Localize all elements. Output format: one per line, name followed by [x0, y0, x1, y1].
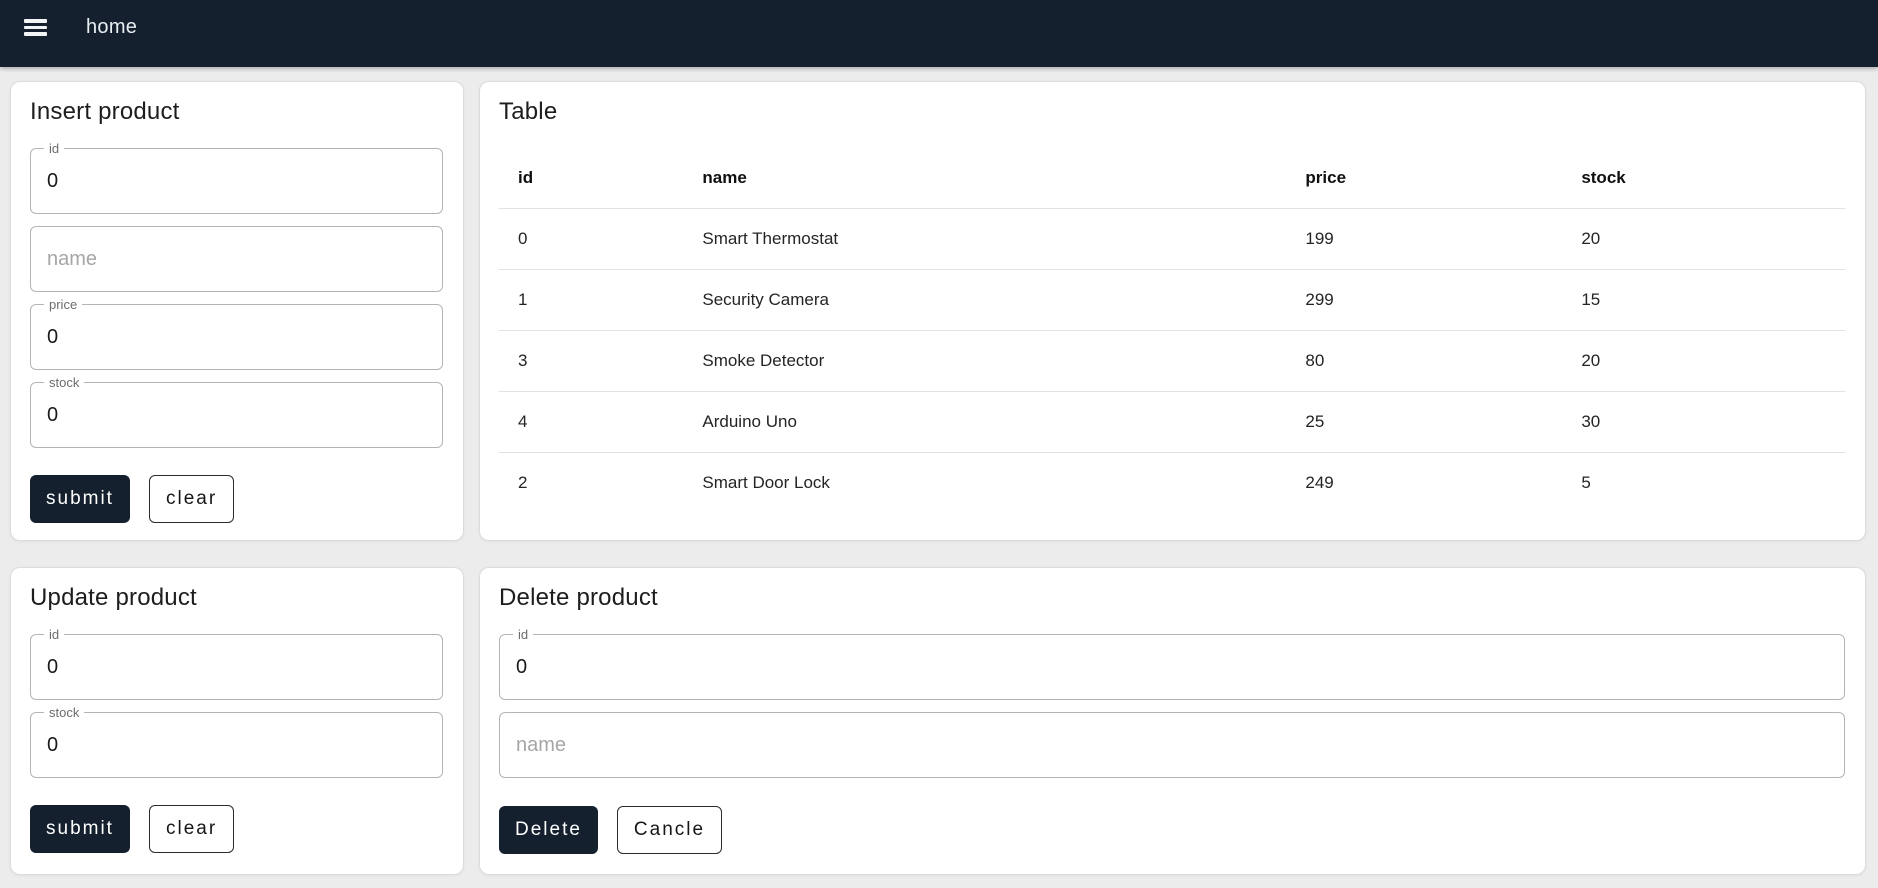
column-header-name: name	[683, 148, 1287, 209]
cell-stock: 5	[1581, 472, 1591, 492]
cell-price: 199	[1286, 208, 1563, 270]
column-header-price: price	[1286, 148, 1563, 209]
cell-stock: 20	[1562, 330, 1845, 392]
insert-id-input[interactable]	[31, 149, 442, 213]
insert-name-input[interactable]	[31, 227, 442, 291]
hamburger-menu-icon[interactable]	[24, 13, 54, 43]
update-id-label: id	[44, 626, 65, 643]
insert-clear-button[interactable]: clear	[148, 475, 235, 523]
cancel-button[interactable]: Cancle	[616, 806, 723, 854]
delete-button-row: Delete Cancle	[499, 806, 1845, 854]
table-row: 4 Arduino Uno 25 30	[499, 391, 1845, 453]
cell-name: Arduino Uno	[683, 391, 1287, 453]
cell-stock: 30	[1562, 391, 1845, 453]
delete-id-field: id	[499, 626, 1845, 700]
cell-id: 4	[499, 391, 684, 453]
update-stock-field: stock	[30, 704, 443, 778]
cell-stock: 20	[1562, 208, 1845, 270]
cell-stock: 15	[1562, 269, 1845, 331]
menu-bar	[24, 19, 47, 23]
insert-submit-button[interactable]: submit	[30, 475, 130, 523]
insert-stock-field: stock	[30, 374, 443, 448]
cell-id: 2	[518, 472, 528, 492]
insert-stock-label: stock	[44, 374, 85, 391]
delete-product-card: Delete product id Delete Cancle	[479, 567, 1866, 875]
insert-name-field	[30, 226, 443, 292]
insert-price-label: price	[44, 296, 83, 313]
delete-card-title: Delete product	[499, 584, 658, 611]
table-row: 1 Security Camera 299 15	[499, 269, 1845, 331]
cell-name: Smoke Detector	[683, 330, 1287, 392]
cell-price: 80	[1286, 330, 1563, 392]
cell-name: Security Camera	[683, 269, 1287, 331]
table-card: Table id name price stock 0 Smart Thermo…	[479, 81, 1866, 541]
cell-id: 3	[499, 330, 684, 392]
table-header-row: id name price stock	[499, 148, 1845, 209]
cell-name: Smart Thermostat	[683, 208, 1287, 270]
cell-price: 25	[1286, 391, 1563, 453]
update-submit-button[interactable]: submit	[30, 805, 130, 853]
delete-button[interactable]: Delete	[499, 806, 598, 854]
cell-id: 0	[499, 208, 684, 270]
table-row: 3 Smoke Detector 80 20	[499, 330, 1845, 392]
menu-bar	[24, 32, 47, 36]
cell-price: 249	[1305, 472, 1334, 492]
products-table: id name price stock 0 Smart Thermostat 1…	[499, 148, 1845, 513]
insert-id-label: id	[44, 140, 65, 157]
delete-name-input[interactable]	[500, 713, 1844, 777]
update-id-input[interactable]	[31, 635, 442, 699]
insert-id-field: id	[30, 140, 443, 214]
table-row: 0 Smart Thermostat 199 20	[499, 208, 1845, 270]
insert-stock-input[interactable]	[31, 383, 442, 447]
insert-price-input[interactable]	[31, 305, 442, 369]
update-product-card: Update product id stock submit clear	[10, 567, 464, 875]
cell-id: 1	[499, 269, 684, 331]
table-row: 2 Smart Door Lock 249 5	[499, 452, 1845, 513]
insert-product-card: Insert product id price stock submit cle…	[10, 81, 464, 541]
update-stock-label: stock	[44, 704, 85, 721]
main-content: Insert product id price stock submit cle…	[0, 67, 1878, 887]
column-header-id: id	[499, 148, 684, 209]
page-title: home	[86, 16, 138, 38]
update-card-title: Update product	[30, 584, 197, 611]
delete-name-field	[499, 712, 1845, 778]
menu-bar	[24, 25, 47, 30]
insert-button-row: submit clear	[30, 475, 443, 523]
table-card-title: Table	[499, 98, 558, 125]
insert-price-field: price	[30, 296, 443, 370]
column-header-stock: stock	[1562, 148, 1845, 209]
insert-card-title: Insert product	[30, 98, 180, 125]
cell-name: Smart Door Lock	[702, 472, 830, 492]
app-bar: home	[0, 0, 1878, 67]
update-button-row: submit clear	[30, 805, 443, 853]
cell-price: 299	[1286, 269, 1563, 331]
update-stock-input[interactable]	[31, 713, 442, 777]
update-clear-button[interactable]: clear	[148, 805, 235, 853]
delete-id-label: id	[513, 626, 534, 643]
delete-id-input[interactable]	[500, 635, 1844, 699]
update-id-field: id	[30, 626, 443, 700]
